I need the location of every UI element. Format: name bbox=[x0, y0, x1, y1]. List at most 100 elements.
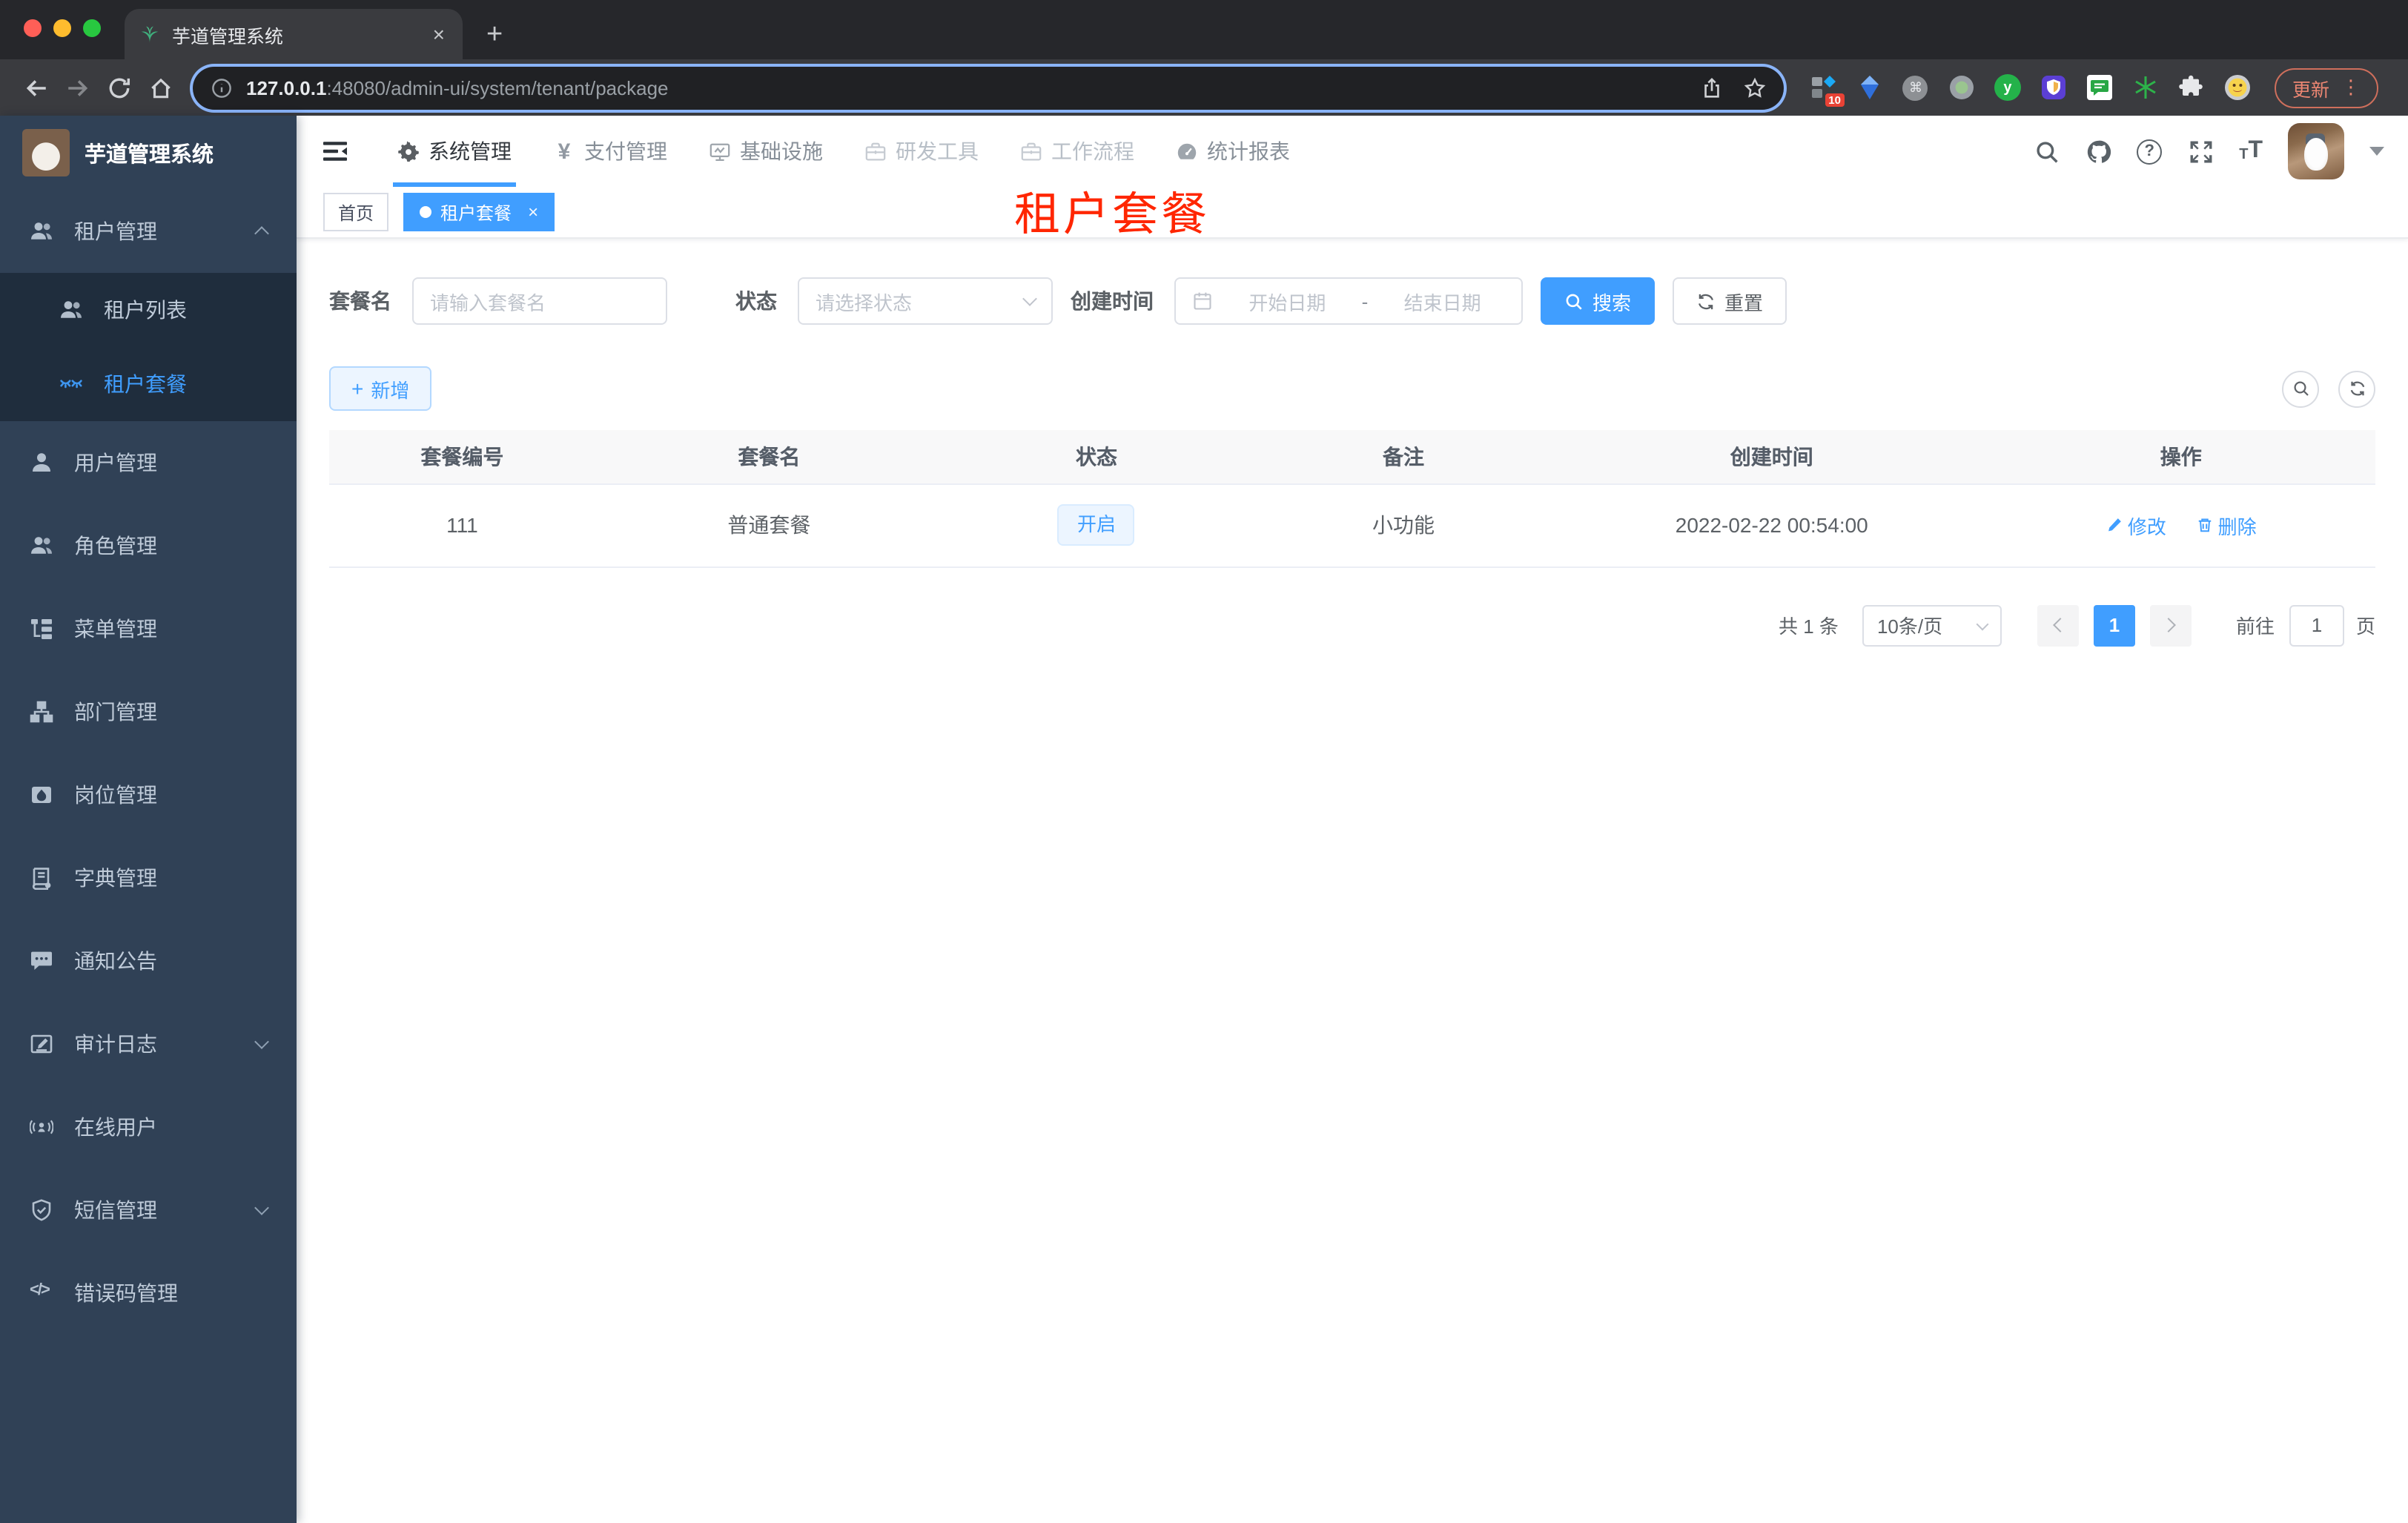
sidebar-item-error-code[interactable]: </> 错误码管理 bbox=[0, 1252, 297, 1335]
add-button[interactable]: + 新增 bbox=[329, 366, 432, 411]
trash-icon bbox=[2198, 518, 2211, 532]
reset-button[interactable]: 重置 bbox=[1673, 277, 1787, 325]
link-label: 删除 bbox=[2217, 515, 2257, 538]
create-time-label: 创建时间 bbox=[1071, 289, 1154, 313]
package-name-input[interactable]: 请输入套餐名 bbox=[412, 277, 667, 325]
forward-button[interactable] bbox=[56, 67, 98, 108]
avatar[interactable] bbox=[2288, 123, 2344, 179]
top-menu-system[interactable]: 系统管理 bbox=[377, 116, 532, 187]
browser-menu-icon[interactable]: ⋮ bbox=[2341, 76, 2361, 99]
sidebar-item-sms-management[interactable]: 短信管理 bbox=[0, 1169, 297, 1252]
sidebar-item-tenant-package[interactable]: 租户套餐 bbox=[0, 347, 297, 421]
gem-extension-icon[interactable] bbox=[1856, 74, 1883, 101]
date-range-picker[interactable]: 开始日期 - 结束日期 bbox=[1174, 277, 1523, 325]
search-button[interactable]: 搜索 bbox=[1541, 277, 1656, 325]
sidebar-collapse-icon[interactable] bbox=[305, 116, 365, 187]
top-menu-dev-tools[interactable]: 研发工具 bbox=[844, 116, 999, 187]
app-window: 芋道管理系统 租户管理 租户列表 租户套餐 用户管理 角色管理 菜单管理 部门管… bbox=[0, 116, 2408, 1523]
tag-home[interactable]: 首页 bbox=[323, 193, 389, 231]
chevron-down-icon bbox=[254, 1034, 269, 1049]
shield-extension-icon[interactable] bbox=[2040, 74, 2067, 101]
col-header-name: 套餐名 bbox=[595, 430, 943, 484]
command-extension-icon[interactable]: ⌘ bbox=[1902, 74, 1929, 101]
prev-page-button[interactable] bbox=[2037, 604, 2079, 646]
chat-extension-icon[interactable] bbox=[2086, 74, 2113, 101]
refresh-icon bbox=[1698, 293, 1714, 309]
edit-link[interactable]: 修改 bbox=[2106, 511, 2166, 539]
top-menu-reports[interactable]: 统计报表 bbox=[1155, 116, 1311, 187]
hide-search-button[interactable] bbox=[2282, 370, 2319, 407]
date-separator: - bbox=[1361, 290, 1369, 312]
new-tab-button[interactable]: + bbox=[486, 21, 503, 49]
online-broadcast-icon bbox=[30, 1120, 53, 1134]
top-menu-payment[interactable]: ¥ 支付管理 bbox=[532, 116, 688, 187]
col-header-created: 创建时间 bbox=[1556, 430, 1987, 484]
browser-tab[interactable]: 芋道管理系统 × bbox=[125, 9, 463, 59]
search-icon bbox=[1566, 293, 1582, 309]
browser-update-button[interactable]: 更新 ⋮ bbox=[2274, 67, 2378, 108]
top-menu-label: 支付管理 bbox=[584, 139, 667, 163]
sidebar-item-dept-management[interactable]: 部门管理 bbox=[0, 670, 297, 753]
goto-page-input[interactable] bbox=[2289, 604, 2344, 646]
app-logo-row[interactable]: 芋道管理系统 bbox=[0, 116, 297, 190]
window-controls bbox=[24, 19, 101, 37]
github-icon[interactable] bbox=[2085, 138, 2111, 165]
avatar-caret-icon[interactable] bbox=[2369, 147, 2384, 156]
fullscreen-icon[interactable] bbox=[2187, 138, 2214, 165]
star-extension-icon[interactable] bbox=[2132, 74, 2159, 101]
home-button[interactable] bbox=[139, 67, 181, 108]
sidebar-item-dict-management[interactable]: 字典管理 bbox=[0, 836, 297, 919]
sidebar-item-label: 通知公告 bbox=[74, 949, 157, 973]
top-menu-infrastructure[interactable]: 基础设施 bbox=[688, 116, 844, 187]
delete-link[interactable]: 删除 bbox=[2196, 511, 2257, 539]
col-header-actions: 操作 bbox=[1986, 430, 2375, 484]
sidebar-item-user-management[interactable]: 用户管理 bbox=[0, 421, 297, 504]
share-icon[interactable] bbox=[1701, 76, 1723, 99]
sidebar-item-post-management[interactable]: 岗位管理 bbox=[0, 753, 297, 836]
window-zoom-button[interactable] bbox=[83, 19, 101, 37]
top-menu-label: 工作流程 bbox=[1051, 139, 1134, 163]
monitor-icon bbox=[710, 142, 730, 160]
main-area: 系统管理 ¥ 支付管理 基础设施 研发工具 工作流程 统计报表 ? T T 首页… bbox=[297, 116, 2408, 1523]
col-header-id: 套餐编号 bbox=[329, 430, 595, 484]
briefcase-icon bbox=[1021, 142, 1042, 160]
tab-manager-extension-icon[interactable]: 10 bbox=[1810, 74, 1845, 107]
sidebar-item-tenant-management[interactable]: 租户管理 bbox=[0, 190, 297, 273]
next-page-button[interactable] bbox=[2149, 604, 2192, 646]
sidebar-item-role-management[interactable]: 角色管理 bbox=[0, 504, 297, 587]
bookmark-star-icon[interactable] bbox=[1744, 76, 1766, 99]
total-count: 共 1 条 bbox=[1779, 615, 1839, 638]
page-info-icon[interactable] bbox=[211, 76, 233, 99]
reload-button[interactable] bbox=[98, 67, 139, 108]
current-page-button[interactable]: 1 bbox=[2093, 604, 2135, 646]
tag-close-icon[interactable]: × bbox=[528, 202, 538, 222]
y-extension-icon[interactable]: y bbox=[1994, 74, 2021, 101]
people-icon bbox=[31, 222, 52, 239]
address-bar[interactable]: 127.0.0.1:48080/admin-ui/system/tenant/p… bbox=[193, 66, 1784, 109]
sidebar-item-audit-log[interactable]: 审计日志 bbox=[0, 1002, 297, 1086]
recorder-extension-icon[interactable] bbox=[1948, 74, 1975, 101]
window-close-button[interactable] bbox=[24, 19, 42, 37]
sidebar-item-tenant-list[interactable]: 租户列表 bbox=[0, 273, 297, 347]
browser-tab-strip: 芋道管理系统 × + bbox=[0, 0, 2408, 59]
sidebar-item-menu-management[interactable]: 菜单管理 bbox=[0, 587, 297, 670]
refresh-table-button[interactable] bbox=[2338, 370, 2375, 407]
sidebar-item-notice[interactable]: 通知公告 bbox=[0, 919, 297, 1002]
search-icon[interactable] bbox=[2033, 138, 2060, 165]
update-label: 更新 bbox=[2292, 79, 2329, 100]
chevron-down-icon bbox=[254, 1200, 269, 1215]
sidebar-item-online-users[interactable]: 在线用户 bbox=[0, 1086, 297, 1169]
page-size-select[interactable]: 10条/页 bbox=[1862, 604, 2002, 646]
back-button[interactable] bbox=[15, 67, 56, 108]
tab-close-icon[interactable]: × bbox=[430, 24, 448, 44]
log-edit-icon bbox=[30, 1034, 53, 1054]
emoji-extension-icon[interactable] bbox=[2224, 74, 2251, 101]
extensions-puzzle-icon[interactable] bbox=[2178, 74, 2205, 101]
tag-tenant-package[interactable]: 租户套餐 × bbox=[403, 193, 555, 231]
status-select[interactable]: 请选择状态 bbox=[798, 277, 1053, 325]
help-icon[interactable]: ? bbox=[2137, 139, 2163, 164]
top-menu-workflow[interactable]: 工作流程 bbox=[999, 116, 1155, 187]
font-size-icon[interactable]: TT bbox=[2239, 139, 2263, 163]
window-minimize-button[interactable] bbox=[53, 19, 71, 37]
sidebar-item-label: 短信管理 bbox=[74, 1198, 157, 1222]
